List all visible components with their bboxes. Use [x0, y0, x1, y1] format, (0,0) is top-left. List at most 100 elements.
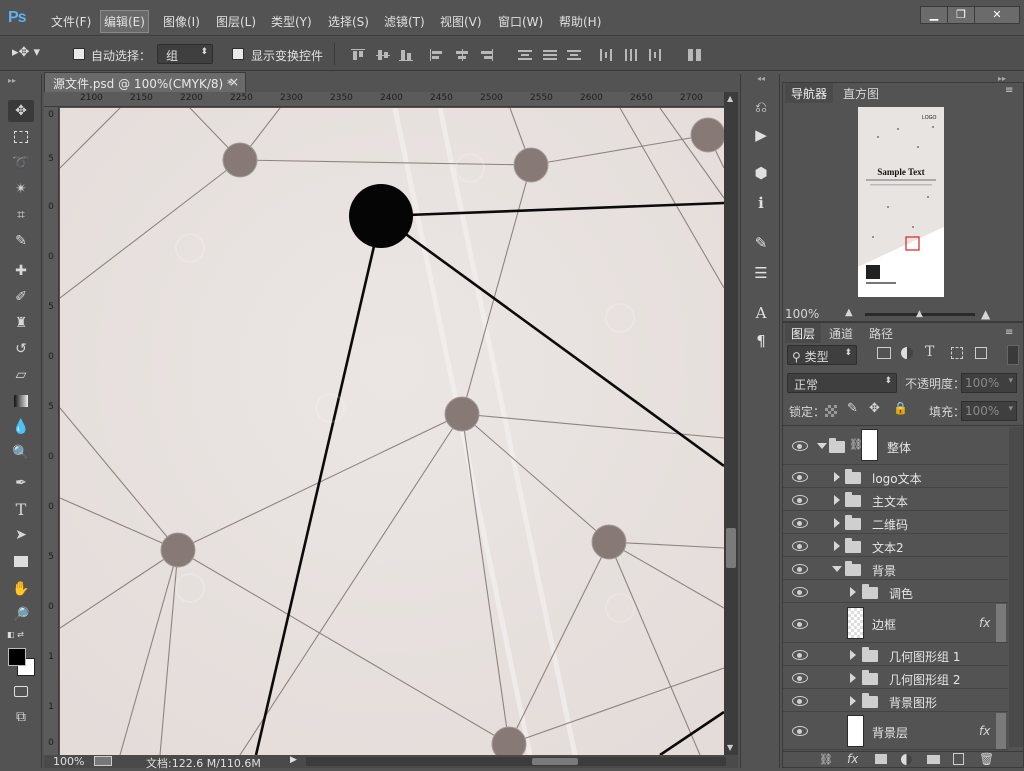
info-panel-icon[interactable]: ℹ: [749, 192, 773, 214]
expand-arrow-icon[interactable]: [817, 443, 827, 449]
visibility-eye-icon[interactable]: [792, 696, 808, 706]
collapse-arrow-icon[interactable]: [850, 696, 856, 706]
type-tool-icon[interactable]: T: [8, 498, 34, 520]
filter-smart-object-icon[interactable]: [975, 347, 987, 359]
add-mask-icon[interactable]: [875, 754, 887, 764]
effects-toggle[interactable]: [996, 713, 1006, 749]
horizontal-scrollbar[interactable]: [306, 757, 726, 766]
collapse-icon[interactable]: ▸▸: [8, 76, 16, 85]
menu-image[interactable]: 图像(I): [160, 11, 203, 32]
layer-thumbnail[interactable]: [847, 607, 864, 639]
collapse-arrow-icon[interactable]: [850, 650, 856, 660]
tab-close-icon[interactable]: ×: [229, 75, 239, 89]
add-style-icon[interactable]: fx: [847, 752, 858, 766]
paragraph-panel-icon[interactable]: ¶: [749, 330, 773, 352]
healing-brush-tool-icon[interactable]: ✚: [8, 260, 34, 282]
layer-thumbnail[interactable]: [847, 715, 864, 747]
layer-row-group[interactable]: 几何图形组 1: [783, 644, 1008, 666]
menu-edit[interactable]: 编辑(E): [100, 10, 149, 33]
crop-tool-icon[interactable]: ⌗: [8, 204, 34, 226]
layer-effects-icon[interactable]: fx: [979, 724, 990, 738]
layer-row-group[interactable]: 文本2: [783, 535, 1008, 557]
menu-help[interactable]: 帮助(H): [556, 11, 604, 32]
pen-tool-icon[interactable]: ✒: [8, 472, 34, 494]
dock-collapse-icon[interactable]: ◂◂: [757, 74, 765, 83]
show-transform-checkbox[interactable]: [232, 48, 244, 60]
distribute-left-icon[interactable]: [599, 49, 613, 61]
vertical-scrollbar[interactable]: ▲ ▼: [724, 92, 738, 755]
3d-panel-icon[interactable]: ⬢: [749, 162, 773, 184]
path-selection-tool-icon[interactable]: ➤: [8, 524, 34, 546]
distribute-hcenter-icon[interactable]: [624, 49, 638, 61]
new-group-icon[interactable]: [927, 755, 940, 764]
document-canvas[interactable]: [60, 108, 724, 755]
layer-row-group[interactable]: 主文本: [783, 489, 1008, 511]
lasso-tool-icon[interactable]: ➰: [8, 152, 34, 174]
layers-menu-icon[interactable]: ≡: [1005, 327, 1013, 338]
layer-mask-thumbnail[interactable]: [861, 429, 878, 461]
panel-menu-icon[interactable]: ≡: [1005, 85, 1013, 96]
layer-row-group[interactable]: 背景: [783, 558, 1008, 580]
quick-mask-icon[interactable]: [8, 680, 34, 702]
blend-mode-dropdown[interactable]: 正常 ⬍: [787, 373, 897, 393]
move-tool-preset-icon[interactable]: ▸✥ ▾: [12, 45, 42, 63]
layer-row[interactable]: 背景层 fx: [783, 713, 1008, 750]
horizontal-scroll-thumb[interactable]: [532, 758, 578, 765]
filter-type-icon[interactable]: T: [925, 344, 934, 360]
close-button[interactable]: ✕: [974, 6, 1020, 24]
layer-row-group[interactable]: 调色: [783, 581, 1008, 603]
auto-align-icon[interactable]: [688, 49, 702, 61]
layers-scrollbar[interactable]: [1009, 427, 1023, 747]
filter-adjustment-icon[interactable]: [901, 347, 913, 359]
lock-all-icon[interactable]: 🔒: [893, 401, 908, 415]
menu-view[interactable]: 视图(V): [437, 11, 485, 32]
swap-colors-icon[interactable]: ◧ ⇄: [7, 630, 24, 639]
history-panel-icon[interactable]: ⎌: [749, 96, 773, 118]
status-menu-arrow-icon[interactable]: ▶: [290, 755, 297, 765]
layer-effects-icon[interactable]: fx: [979, 616, 990, 630]
character-panel-icon[interactable]: A: [749, 302, 773, 324]
align-top-icon[interactable]: [351, 49, 365, 61]
align-bottom-icon[interactable]: [399, 49, 413, 61]
menu-type[interactable]: 类型(Y): [268, 11, 315, 32]
vertical-scroll-thumb[interactable]: [726, 528, 736, 568]
zoom-tool-icon[interactable]: 🔎: [8, 604, 34, 626]
menu-layer[interactable]: 图层(L): [213, 11, 259, 32]
collapse-arrow-icon[interactable]: [834, 518, 840, 528]
scroll-up-icon[interactable]: ▲: [727, 94, 733, 103]
menu-select[interactable]: 选择(S): [325, 11, 372, 32]
layer-row-group[interactable]: 背景图形: [783, 690, 1008, 712]
visibility-eye-icon[interactable]: [792, 472, 808, 482]
delete-layer-icon[interactable]: 🗑: [979, 752, 994, 766]
lock-transparent-icon[interactable]: [825, 405, 837, 417]
navigator-zoom[interactable]: 100%: [785, 307, 819, 321]
marquee-tool-icon[interactable]: [8, 126, 34, 148]
collapse-arrow-icon[interactable]: [850, 587, 856, 597]
visibility-eye-icon[interactable]: [792, 518, 808, 528]
visibility-eye-icon[interactable]: [792, 650, 808, 660]
vertical-ruler[interactable]: 0 5 0 0 5 0 5 0 0 5 0 1 1 0: [44, 107, 59, 755]
dodge-tool-icon[interactable]: 🔍: [8, 442, 34, 464]
layer-row[interactable]: 边框 fx: [783, 604, 1008, 643]
tab-histogram[interactable]: 直方图: [837, 83, 885, 103]
distribute-vcenter-icon[interactable]: [543, 49, 557, 61]
move-tool-icon[interactable]: ✥: [8, 100, 34, 122]
collapse-arrow-icon[interactable]: [834, 541, 840, 551]
new-adjustment-icon[interactable]: [901, 754, 912, 765]
actions-panel-icon[interactable]: ▶: [749, 124, 773, 146]
auto-select-dropdown[interactable]: 组 ⬍: [157, 44, 213, 64]
menu-window[interactable]: 窗口(W): [495, 11, 546, 32]
fill-input[interactable]: 100% ▾: [961, 401, 1017, 421]
screen-mode-icon[interactable]: ⧉: [8, 706, 34, 728]
share-icon[interactable]: [94, 756, 112, 766]
scroll-down-icon[interactable]: ▼: [727, 743, 733, 752]
lock-position-icon[interactable]: ✥: [869, 401, 880, 416]
tab-layers[interactable]: 图层: [785, 323, 822, 343]
adjustments-panel-icon[interactable]: ☰: [749, 262, 773, 284]
menu-filter[interactable]: 滤镜(T): [381, 11, 428, 32]
gradient-tool-icon[interactable]: [8, 390, 34, 412]
align-hcenter-icon[interactable]: [455, 49, 469, 61]
horizontal-ruler[interactable]: 2100 2150 2200 2250 2300 2350 2400 2450 …: [44, 92, 724, 107]
filter-pixel-icon[interactable]: [877, 347, 891, 359]
blur-tool-icon[interactable]: 💧: [8, 416, 34, 438]
